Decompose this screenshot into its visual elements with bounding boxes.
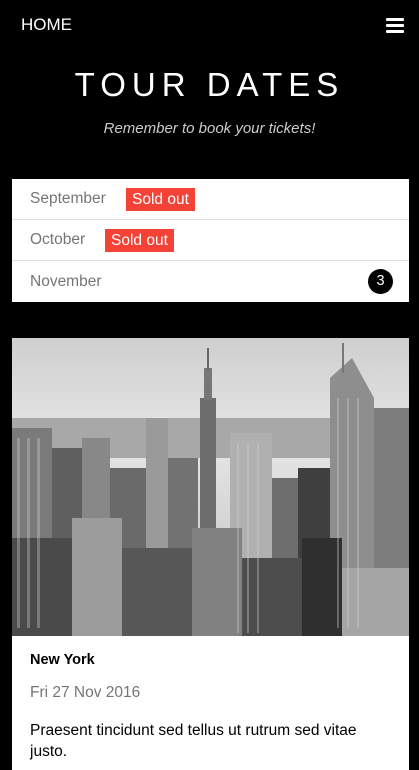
list-item-october[interactable]: October Sold out: [12, 220, 409, 261]
city-skyline-image: [12, 338, 409, 636]
event-description: Praesent tincidunt sed tellus ut rutrum …: [30, 722, 357, 760]
sold-out-badge: Sold out: [105, 228, 174, 252]
page: HOME TOUR DATES Remember to book your ti…: [0, 0, 419, 770]
event-date: Fri 27 Nov 2016: [30, 684, 141, 701]
card-body: New York Fri 27 Nov 2016 Praesent tincid…: [12, 636, 409, 770]
ticket-count-badge: 3: [368, 269, 393, 294]
sold-out-badge: Sold out: [126, 187, 195, 211]
page-title: TOUR DATES: [74, 66, 345, 103]
top-nav-bar: HOME: [0, 0, 419, 50]
month-label: September: [30, 190, 106, 207]
hamburger-menu-icon[interactable]: [384, 14, 406, 36]
tour-card: New York Fri 27 Nov 2016 Praesent tincid…: [12, 338, 409, 770]
list-item-september[interactable]: September Sold out: [12, 179, 409, 220]
home-link[interactable]: HOME: [21, 15, 72, 35]
list-item-november[interactable]: November 3: [12, 261, 409, 302]
month-label: October: [30, 231, 86, 248]
city-name: New York: [30, 652, 95, 668]
month-label: November: [30, 272, 102, 290]
page-subtitle: Remember to book your tickets!: [103, 120, 316, 137]
tour-months-list: September Sold out October Sold out Nove…: [12, 179, 409, 302]
